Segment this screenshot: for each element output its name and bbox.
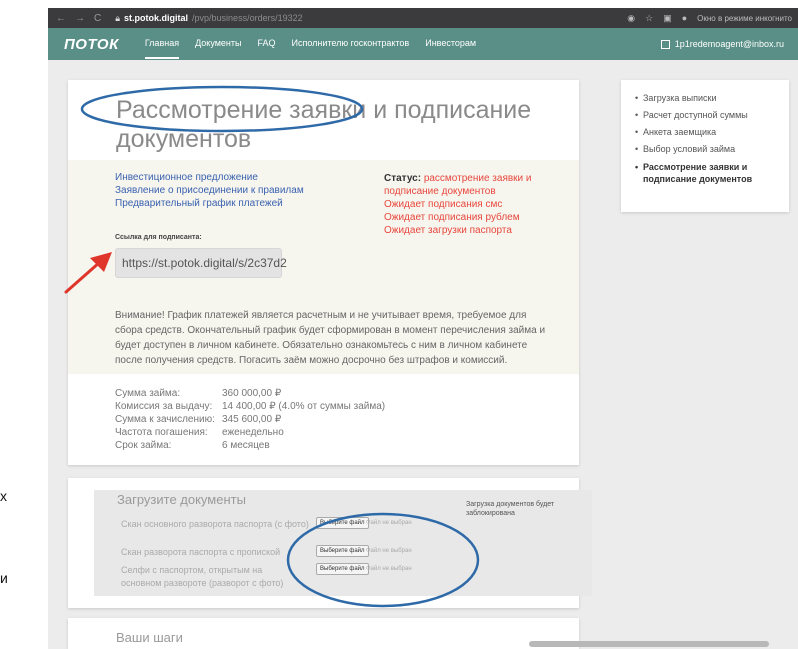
status-line-3: Ожидает подписания смс (384, 199, 503, 210)
summary-value: 14 400,00 ₽ (4.0% от суммы займа) (222, 401, 386, 412)
browser-toolbar: ← → C 🔒︎ st.potok.digital/pvp/business/o… (48, 8, 798, 28)
logo[interactable]: ПОТОК (48, 36, 119, 53)
summary-value: 6 месяцев (222, 440, 270, 451)
summary-key: Частота погашения: (115, 427, 208, 438)
status-line-4: Ожидает подписания рублем (384, 212, 520, 223)
upload-card: Загрузите документы Скан основного разво… (68, 478, 592, 608)
sidebar-item-amount[interactable]: Расчет доступной суммы (635, 107, 789, 124)
incognito-icon[interactable]: ● (682, 13, 687, 23)
signer-link-field[interactable]: https://st.potok.digital/s/2c37d2 (115, 248, 287, 278)
sidebar-item-statement[interactable]: Загрузка выписки (635, 90, 789, 107)
status-block: Статус: рассмотрение заявки и подписание… (384, 172, 532, 237)
summary-row: Срок займа: 6 месяцев (115, 440, 270, 451)
lock-icon: 🔒︎ (115, 12, 121, 23)
summary-key: Сумма займа: (115, 388, 181, 399)
summary-key: Срок займа: (115, 440, 172, 451)
upload-label-passport-registration: Скан разворота паспорта с пропиской (121, 547, 281, 557)
summary-row: Комиссия за выдачу: 14 400,00 ₽ (4.0% от … (115, 401, 385, 412)
choose-file-button-selfie[interactable]: Выберите файл (316, 563, 369, 575)
forward-icon[interactable]: → (75, 13, 85, 24)
screenshot: х и ← → C 🔒︎ st.potok.digital/pvp/busine… (0, 0, 798, 649)
back-icon[interactable]: ← (56, 13, 66, 24)
url-host: st.potok.digital (124, 13, 189, 23)
link-accession-statement[interactable]: Заявление о присоединении к правилам (115, 185, 304, 196)
summary-key: Сумма к зачислению: (115, 414, 215, 425)
order-card: Рассмотрение заявки и подписание докумен… (68, 80, 579, 465)
choose-file-button-passport-main[interactable]: Выберите файл (316, 517, 369, 529)
status-line-5: Ожидает загрузки паспорта (384, 225, 512, 236)
nav-faq[interactable]: FAQ (257, 29, 275, 59)
url-path: /pvp/business/orders/19322 (192, 13, 303, 23)
summary-row: Сумма займа: 360 000,00 ₽ (115, 388, 281, 399)
summary-value: 360 000,00 ₽ (222, 388, 282, 399)
user-email: 1p1redemoagent@inbox.ru (674, 39, 784, 49)
edge-fragment-1: х (0, 488, 7, 504)
user-account[interactable]: 1p1redemoagent@inbox.ru (660, 39, 798, 49)
status-line-2: подписание документов (384, 186, 496, 197)
main-nav: Главная Документы FAQ Исполнителю госкон… (144, 29, 476, 59)
upload-panel: Загрузите документы Скан основного разво… (94, 490, 592, 596)
status-line-1: рассмотрение заявки и (423, 173, 532, 184)
reload-icon[interactable]: C (94, 13, 101, 24)
schedule-notice: Внимание! График платежей является расче… (115, 310, 546, 366)
summary-row: Сумма к зачислению: 345 600,00 ₽ (115, 414, 281, 425)
nav-home[interactable]: Главная (144, 29, 180, 59)
horizontal-scrollbar[interactable] (529, 641, 769, 647)
status-label: Статус: (384, 173, 422, 184)
summary-key: Комиссия за выдачу: (115, 401, 213, 412)
upload-label-selfie: Селфи с паспортом, открытым на основном … (121, 565, 284, 588)
steps-title: Ваши шаги (116, 630, 183, 645)
link-investment-offer[interactable]: Инвестиционное предложение (115, 172, 258, 183)
steps-card: Ваши шаги (68, 618, 579, 649)
page-title: Рассмотрение заявки и подписание докумен… (116, 96, 532, 153)
nav-investors[interactable]: Инвесторам (425, 29, 476, 59)
choose-file-button-passport-registration[interactable]: Выберите файл (316, 545, 369, 557)
no-file-label: Файл не выбран (366, 566, 412, 572)
edge-fragment-2: и (0, 570, 8, 586)
upload-label-passport-main: Скан основного разворота паспорта (с фот… (121, 519, 309, 529)
link-payment-schedule[interactable]: Предварительный график платежей (115, 198, 283, 209)
summary-value: еженедельно (222, 427, 284, 438)
upload-blocked-note: Загрузка документов будет заблокирована (466, 501, 555, 517)
address-bar[interactable]: 🔒︎ st.potok.digital/pvp/business/orders/… (115, 13, 302, 24)
progress-sidebar: Загрузка выписки Расчет доступной суммы … (621, 80, 789, 212)
upload-title: Загрузите документы (117, 492, 246, 507)
summary-value: 345 600,00 ₽ (222, 414, 282, 425)
site-header: ПОТОК Главная Документы FAQ Исполнителю … (48, 28, 798, 60)
nav-contractors[interactable]: Исполнителю госконтрактов (292, 29, 410, 59)
sidebar-item-questionnaire[interactable]: Анкета заемщика (635, 124, 789, 141)
eye-off-icon[interactable]: ◉ (627, 13, 635, 24)
nav-documents[interactable]: Документы (195, 29, 241, 59)
sidebar-item-review[interactable]: Рассмотрение заявки и подписание докумен… (635, 161, 789, 185)
sidebar-item-terms[interactable]: Выбор условий займа (635, 141, 789, 158)
star-icon[interactable]: ☆ (645, 13, 653, 24)
incognito-label: Окно в режиме инкогнито (697, 13, 792, 23)
no-file-label: Файл не выбран (366, 520, 412, 526)
user-icon (660, 39, 670, 49)
browser-window: ← → C 🔒︎ st.potok.digital/pvp/business/o… (48, 8, 798, 649)
window-icon[interactable]: ▣ (663, 13, 672, 24)
signer-link-label: Ссылка для подписанта: (115, 234, 202, 241)
no-file-label: Файл не выбран (366, 548, 412, 554)
summary-row: Частота погашения: еженедельно (115, 427, 284, 438)
documents-panel: Инвестиционное предложение Заявление о п… (68, 160, 579, 374)
